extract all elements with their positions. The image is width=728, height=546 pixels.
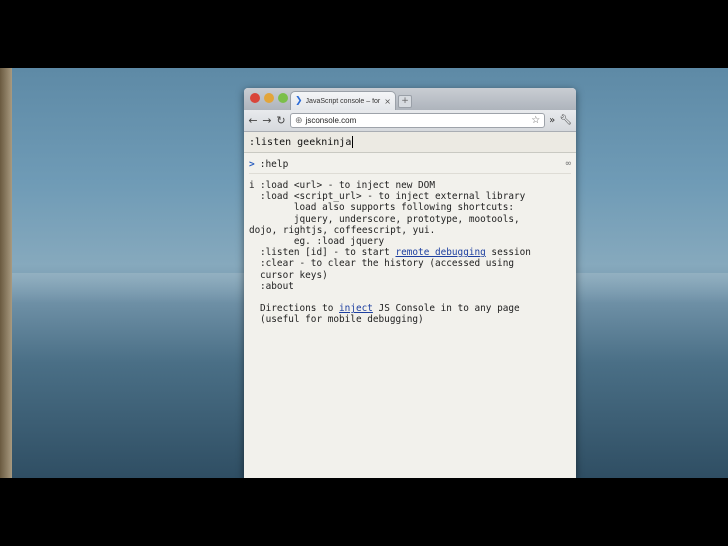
new-tab-button[interactable]: + [398, 95, 412, 108]
chevron-double-right-icon[interactable]: » [549, 115, 555, 126]
help-line-inject: Directions to inject JS Console in to an… [260, 303, 571, 314]
tab-close-icon[interactable]: × [384, 97, 391, 106]
reload-icon[interactable]: ↻ [276, 114, 286, 127]
console-history: > :help ∞ i :load <url> - to inject new … [244, 153, 576, 328]
console-favicon-icon: ❯ [295, 96, 303, 106]
history-command[interactable]: > :help ∞ [249, 155, 571, 174]
permalink-icon[interactable]: ∞ [566, 159, 571, 169]
help-line: eg. :load jquery [260, 236, 385, 248]
help-line: cursor keys) [260, 269, 328, 281]
console-area: :listen geekninja > :help ∞ i :load <url… [244, 132, 576, 328]
minimize-window-button[interactable] [264, 93, 274, 103]
zoom-window-button[interactable] [278, 93, 288, 103]
help-line: load also supports following shortcuts: [260, 202, 514, 214]
help-text-fragment: Directions to [260, 303, 340, 315]
address-bar[interactable]: ⊕ jsconsole.com ☆ [290, 113, 546, 128]
help-text-fragment: :listen [id] - to start [260, 247, 396, 259]
info-icon: i [249, 180, 255, 191]
help-line: :about [260, 280, 294, 292]
help-text-fragment: JS Console in to any page [372, 303, 520, 315]
help-line: :load <url> - to inject new DOM [260, 180, 435, 191]
browser-toolbar: ← → ↻ ⊕ jsconsole.com ☆ » 🔧︎ [244, 110, 576, 132]
inject-link[interactable]: inject [339, 303, 373, 314]
prompt-icon: > [249, 158, 255, 170]
history-command-text: :help [259, 158, 289, 170]
tab-jsconsole[interactable]: ❯ JavaScript console – for deb × [290, 91, 396, 110]
remote-debugging-link[interactable]: remote debugging [395, 247, 485, 258]
globe-icon: ⊕ [295, 115, 303, 126]
console-input[interactable]: :listen geekninja [244, 132, 576, 153]
back-arrow-icon[interactable]: ← [248, 114, 258, 127]
help-line: dojo, rightjs, coffeescript, yui. [249, 224, 436, 236]
help-text-fragment: session [485, 247, 531, 259]
help-output: i :load <url> - to inject new DOM:load <… [249, 174, 571, 326]
help-line: :load <script_url> - to inject external … [260, 191, 526, 203]
tab-title: JavaScript console – for deb [305, 97, 382, 105]
help-line-listen: :listen [id] - to start remote debugging… [260, 247, 571, 258]
monitor-bezel [0, 68, 12, 478]
tab-strip: ❯ JavaScript console – for deb × + [244, 88, 576, 110]
close-window-button[interactable] [250, 93, 260, 103]
help-line: :clear - to clear the history (accessed … [260, 258, 514, 270]
help-line: (useful for mobile debugging) [260, 314, 424, 326]
help-text: :load <url> - to inject new DOM:load <sc… [249, 180, 571, 326]
url-text: jsconsole.com [305, 116, 357, 125]
console-input-value: :listen geekninja [249, 136, 352, 148]
star-icon[interactable]: ☆ [531, 115, 540, 126]
forward-arrow-icon[interactable]: → [262, 114, 272, 127]
window-controls [250, 93, 288, 103]
wrench-icon[interactable]: 🔧︎ [559, 115, 572, 126]
browser-window: ❯ JavaScript console – for deb × + ← → ↻… [244, 88, 576, 478]
text-caret [352, 136, 354, 148]
help-line: jquery, underscore, prototype, mootools, [260, 213, 520, 225]
